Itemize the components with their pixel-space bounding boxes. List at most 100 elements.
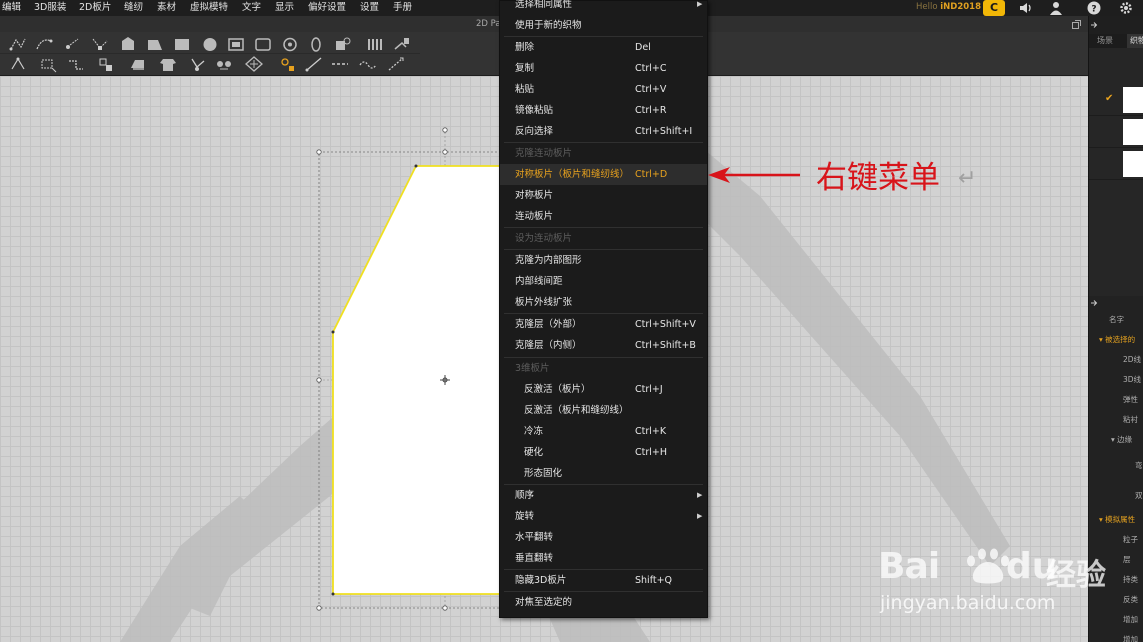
menu-item[interactable]: 顺序 ▶: [500, 485, 707, 506]
panel-collapse-icon[interactable]: [1090, 21, 1098, 29]
baidu-watermark: Bai du 经验 jingyan.baidu.com: [878, 540, 1106, 620]
fabric-row[interactable]: ✔: [1089, 84, 1143, 116]
user-icon[interactable]: [1048, 1, 1064, 15]
menu-display[interactable]: 显示: [275, 0, 294, 16]
maximize-icon[interactable]: [1072, 20, 1081, 29]
dashed-line-icon[interactable]: [330, 55, 350, 73]
machine-icon[interactable]: [128, 55, 148, 73]
menu-item[interactable]: 克隆为内部图形: [500, 250, 707, 271]
menu-item[interactable]: 反激活（板片） Ctrl+J: [500, 379, 707, 400]
menu-materials[interactable]: 素材: [157, 0, 176, 16]
menu-preferences[interactable]: 偏好设置: [308, 0, 346, 16]
tab-scene[interactable]: 场景: [1097, 34, 1113, 48]
menu-item[interactable]: 隐藏3D板片 Shift+Q: [500, 570, 707, 591]
menu-item-label: 内部线间距: [515, 276, 563, 287]
menu-item[interactable]: 反激活（板片和缝纫线）: [500, 400, 707, 421]
menu-item[interactable]: 使用于新的织物: [500, 15, 707, 36]
polyline-icon[interactable]: [8, 35, 28, 53]
menu-item[interactable]: 克隆层（外部） Ctrl+Shift+V: [500, 314, 707, 335]
fabric-row[interactable]: [1089, 116, 1143, 148]
menu-item-label: 镜像粘贴: [515, 105, 554, 116]
square-icon[interactable]: [172, 35, 192, 53]
menu-item-label: 设为连动板片: [515, 233, 573, 244]
menu-item[interactable]: 删除 Del: [500, 37, 707, 58]
brush-icon[interactable]: [392, 35, 412, 53]
multi-icon[interactable]: [214, 55, 234, 73]
transform-icon[interactable]: [38, 55, 58, 73]
wave-line-icon[interactable]: [358, 55, 378, 73]
menu-item-shortcut: Ctrl+H: [635, 447, 668, 458]
help-icon[interactable]: ?: [1086, 1, 1102, 15]
menu-item[interactable]: 垂直翻转: [500, 548, 707, 569]
segment-icon[interactable]: [96, 55, 116, 73]
menu-item[interactable]: 克隆层（内侧） Ctrl+Shift+B: [500, 335, 707, 356]
menu-item[interactable]: 粘贴 Ctrl+V: [500, 79, 707, 100]
fabric-swatch[interactable]: [1123, 151, 1143, 177]
menu-item-label: 3维板片: [515, 363, 550, 374]
tab-fabric[interactable]: 织物: [1127, 34, 1143, 48]
sew-icon[interactable]: [66, 55, 86, 73]
tack-icon[interactable]: [188, 55, 208, 73]
clo-logo-icon[interactable]: C: [983, 0, 1005, 16]
menu-item[interactable]: 板片外线扩张: [500, 292, 707, 313]
rounded-rect-icon[interactable]: [253, 35, 273, 53]
fabric-swatch[interactable]: [1123, 87, 1143, 113]
menu-item[interactable]: 对焦至选定的: [500, 592, 707, 613]
menu-item-label: 反向选择: [515, 126, 554, 137]
menu-item[interactable]: 对称板片（板片和缝纫线） Ctrl+D: [500, 164, 707, 185]
menu-text[interactable]: 文字: [242, 0, 261, 16]
menu-item[interactable]: 水平翻转: [500, 527, 707, 548]
menu-edit[interactable]: 编辑: [2, 0, 21, 16]
stripes-icon[interactable]: [365, 35, 385, 53]
lock-icon[interactable]: [333, 35, 353, 53]
property-row: 增加: [1123, 635, 1138, 642]
shirt-icon[interactable]: [158, 55, 178, 73]
panel-collapse-icon[interactable]: [1090, 299, 1098, 307]
target-icon[interactable]: [280, 35, 300, 53]
menu-item[interactable]: 形态固化: [500, 463, 707, 484]
gear-icon[interactable]: [1118, 1, 1134, 15]
move-icon[interactable]: [8, 55, 28, 73]
menu-item[interactable]: 硬化 Ctrl+H: [500, 442, 707, 463]
property-group-simulation[interactable]: ▾ 模拟属性: [1089, 510, 1143, 530]
rectangle-icon[interactable]: [145, 35, 165, 53]
menu-item[interactable]: 复制 Ctrl+C: [500, 58, 707, 79]
menu-item[interactable]: 连动板片: [500, 206, 707, 227]
point-icon[interactable]: [62, 35, 82, 53]
annotation-label: 右键菜单: [816, 160, 940, 196]
expand-triangle-icon: ▾: [1099, 335, 1103, 344]
context-menu: 选择相同属性 ▶ 使用于新的织物 删除 Del 复制 Ctrl+C 粘贴 Ctrl+V 镜像粘贴 C…: [499, 0, 708, 618]
toolbar-divider: [0, 53, 420, 54]
menu-item[interactable]: 内部线间距: [500, 271, 707, 292]
menu-item[interactable]: 选择相同属性 ▶: [500, 0, 707, 15]
return-symbol: ↵: [958, 166, 977, 191]
line-icon[interactable]: [304, 55, 324, 73]
menu-manual[interactable]: 手册: [393, 0, 412, 16]
menu-item[interactable]: 冷冻 Ctrl+K: [500, 421, 707, 442]
curve-icon[interactable]: [34, 35, 54, 53]
fabric-swatch[interactable]: [1123, 119, 1143, 145]
circle-icon[interactable]: [200, 35, 220, 53]
oval-icon[interactable]: [306, 35, 326, 53]
menu-settings[interactable]: 设置: [360, 0, 379, 16]
menu-sewing[interactable]: 缝纫: [124, 0, 143, 16]
pen-icon[interactable]: [118, 35, 138, 53]
button-icon[interactable]: [278, 55, 298, 73]
menu-2d-pattern[interactable]: 2D板片: [79, 0, 111, 16]
measure-icon[interactable]: [386, 55, 406, 73]
menu-3d-garment[interactable]: 3D服装: [34, 0, 66, 16]
pattern-piece[interactable]: [332, 165, 506, 595]
fabric-row[interactable]: [1089, 148, 1143, 180]
edit-curve-icon[interactable]: [90, 35, 110, 53]
speaker-icon[interactable]: [1018, 1, 1034, 15]
menu-item[interactable]: 对称板片: [500, 185, 707, 206]
property-group-selected[interactable]: ▾ 被选择的: [1089, 330, 1143, 350]
grid-icon[interactable]: [244, 55, 264, 73]
menu-item[interactable]: 反向选择 Ctrl+Shift+I: [500, 121, 707, 142]
menu-item-label: 冷冻: [524, 426, 544, 437]
menu-item[interactable]: 旋转 ▶: [500, 506, 707, 527]
ellipse-icon[interactable]: [226, 35, 246, 53]
menu-item[interactable]: 镜像粘贴 Ctrl+R: [500, 100, 707, 121]
property-group-edge[interactable]: ▾ 边缘: [1089, 430, 1143, 450]
menu-avatar[interactable]: 虚拟模特: [190, 0, 228, 16]
